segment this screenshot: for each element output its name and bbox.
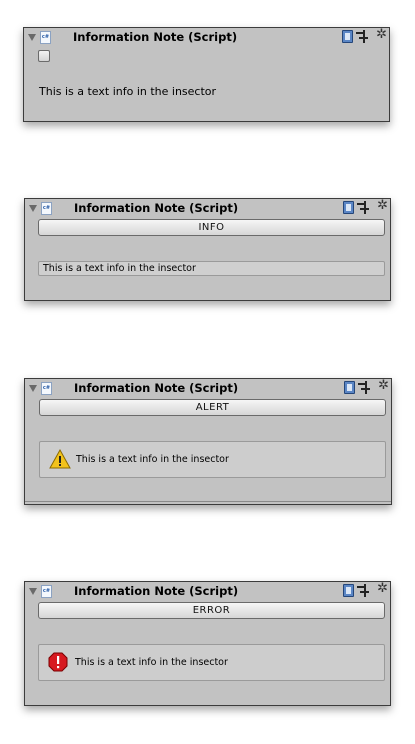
- style-button[interactable]: INFO: [38, 219, 385, 236]
- presets-icon[interactable]: [358, 381, 371, 394]
- foldout-arrow-icon[interactable]: [29, 205, 37, 212]
- gear-icon[interactable]: ✲: [378, 379, 389, 393]
- component-header[interactable]: c# Information Note (Script) ✲: [25, 379, 391, 399]
- csharp-script-icon: c#: [41, 585, 52, 598]
- help-book-icon[interactable]: [342, 30, 353, 43]
- presets-icon[interactable]: [357, 584, 370, 597]
- gear-icon[interactable]: ✲: [376, 28, 387, 42]
- foldout-arrow-icon[interactable]: [29, 588, 37, 595]
- style-button[interactable]: ALERT: [39, 399, 386, 416]
- inspector-panel-alert: c# Information Note (Script) ✲ ALERT Thi…: [24, 378, 392, 505]
- presets-icon[interactable]: [357, 201, 370, 214]
- inspector-panel-error: c# Information Note (Script) ✲ ERROR Thi…: [24, 581, 391, 706]
- note-text: This is a text info in the insector: [39, 85, 217, 98]
- help-book-icon[interactable]: [344, 381, 355, 394]
- presets-icon[interactable]: [356, 30, 369, 43]
- inspector-panel-info: c# Information Note (Script) ✲ INFO This…: [24, 198, 391, 301]
- component-header[interactable]: c# Information Note (Script) ✲: [24, 28, 389, 48]
- divider: [25, 501, 391, 502]
- component-title: Information Note (Script): [73, 30, 238, 44]
- style-button[interactable]: ERROR: [38, 602, 385, 619]
- error-icon: [48, 652, 68, 672]
- gear-icon[interactable]: ✲: [377, 582, 388, 596]
- enabled-checkbox[interactable]: [38, 50, 50, 62]
- info-text-box: This is a text info in the insector: [38, 261, 385, 276]
- component-header[interactable]: c# Information Note (Script) ✲: [25, 582, 390, 602]
- error-message: This is a text info in the insector: [75, 657, 228, 668]
- csharp-script-icon: c#: [41, 202, 52, 215]
- component-title: Information Note (Script): [74, 584, 239, 598]
- help-book-icon[interactable]: [343, 201, 354, 214]
- help-book-icon[interactable]: [343, 584, 354, 597]
- inspector-panel-plain: c# Information Note (Script) ✲ This is a…: [23, 27, 390, 122]
- csharp-script-icon: c#: [41, 382, 52, 395]
- csharp-script-icon: c#: [40, 31, 51, 44]
- component-title: Information Note (Script): [74, 381, 239, 395]
- warning-help-box: This is a text info in the insector: [39, 441, 386, 478]
- warning-message: This is a text info in the insector: [76, 454, 229, 465]
- warning-icon: [49, 449, 71, 469]
- component-title: Information Note (Script): [74, 201, 239, 215]
- component-header[interactable]: c# Information Note (Script) ✲: [25, 199, 390, 219]
- gear-icon[interactable]: ✲: [377, 199, 388, 213]
- foldout-arrow-icon[interactable]: [29, 385, 37, 392]
- error-help-box: This is a text info in the insector: [38, 644, 385, 681]
- foldout-arrow-icon[interactable]: [28, 34, 36, 41]
